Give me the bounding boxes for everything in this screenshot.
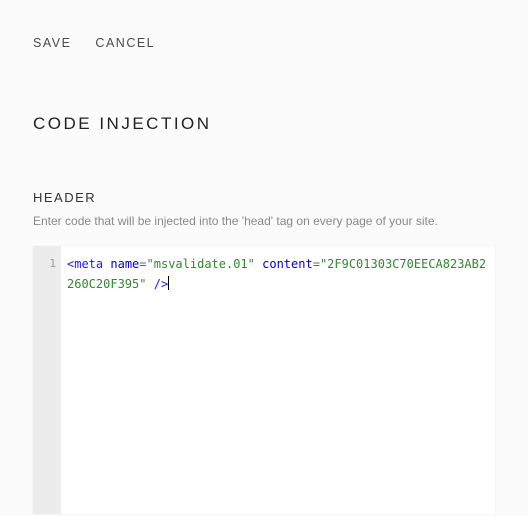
section-description: Enter code that will be injected into th… xyxy=(0,205,528,230)
code-token-attr-value: "msvalidate.01" xyxy=(147,257,255,271)
code-editor[interactable]: 1 <meta name="msvalidate.01" content="2F… xyxy=(33,246,495,514)
top-actions: SAVE CANCEL xyxy=(0,0,528,50)
code-token-eq: = xyxy=(139,257,146,271)
code-token-attr-name: name xyxy=(110,257,139,271)
code-token-tag: meta xyxy=(74,257,103,271)
code-injection-panel: SAVE CANCEL CODE INJECTION HEADER Enter … xyxy=(0,0,528,516)
code-editor-gutter: 1 xyxy=(33,246,61,514)
section-label-header: HEADER xyxy=(0,134,528,205)
cancel-button[interactable]: CANCEL xyxy=(95,36,155,50)
line-number: 1 xyxy=(33,254,61,274)
code-editor-textarea[interactable]: <meta name="msvalidate.01" content="2F9C… xyxy=(61,246,495,514)
code-token-self-close: /> xyxy=(154,277,168,291)
text-cursor xyxy=(168,276,169,290)
code-token-eq: = xyxy=(313,257,320,271)
page-title: CODE INJECTION xyxy=(0,50,528,134)
code-token-attr-name: content xyxy=(262,257,313,271)
save-button[interactable]: SAVE xyxy=(33,36,71,50)
